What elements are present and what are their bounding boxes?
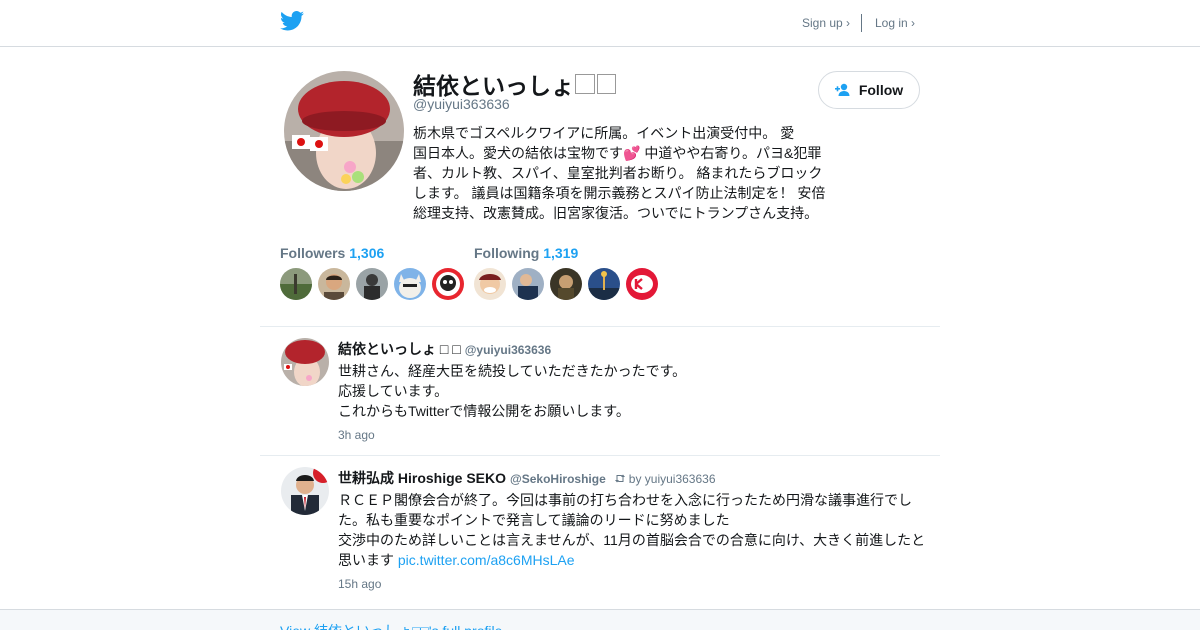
following-stat[interactable]: Following 1,319 <box>474 245 578 261</box>
login-link[interactable]: Log in › <box>875 16 915 30</box>
signup-link[interactable]: Sign up › <box>802 16 850 30</box>
tweet-avatar[interactable] <box>281 467 329 515</box>
profile-bio: 栃木県でゴスペルクワイアに所属。イベント出演受付中。 愛 国日本人。愛犬の結依は… <box>413 125 826 221</box>
footer-bar: View 結依といっしょ□□'s full profile → <box>0 609 1200 630</box>
profile-avatar[interactable] <box>284 71 404 191</box>
tweet-timestamp[interactable]: 15h ago <box>338 577 381 591</box>
twitter-bird-icon[interactable] <box>280 11 304 31</box>
follower-avatar[interactable] <box>432 268 464 300</box>
following-avatar[interactable] <box>550 268 582 300</box>
add-user-icon <box>834 83 850 96</box>
tweet-author-handle[interactable]: @SekoHiroshige <box>510 472 606 486</box>
follow-button-label: Follow <box>858 82 904 98</box>
follower-avatar[interactable] <box>356 268 388 300</box>
retweet-indicator: by yuiyui363636 <box>614 472 716 486</box>
following-avatar[interactable] <box>588 268 620 300</box>
tweet-author-name[interactable]: 世耕弘成 Hiroshige SEKO <box>338 468 506 488</box>
nav-divider <box>861 14 862 32</box>
retweeted-by[interactable]: by yuiyui363636 <box>629 472 716 486</box>
tweet-avatar[interactable] <box>281 338 329 386</box>
following-avatar[interactable] <box>512 268 544 300</box>
followers-avatars <box>280 268 464 300</box>
top-bar: Sign up › Log in › <box>0 0 1200 47</box>
followers-stat[interactable]: Followers 1,306 <box>280 245 384 261</box>
section-divider <box>260 326 940 327</box>
tweet-author-name[interactable]: 結依といっしょ □ □ <box>338 339 461 359</box>
tweet-divider <box>260 455 940 456</box>
tweet-timestamp[interactable]: 3h ago <box>338 428 375 442</box>
following-label: Following <box>474 245 540 261</box>
tweet-author-handle[interactable]: @yuiyui363636 <box>465 343 551 357</box>
following-avatar[interactable] <box>626 268 658 300</box>
followers-count: 1,306 <box>349 245 385 261</box>
retweet-icon <box>614 474 625 483</box>
tweet-header: 結依といっしょ □ □ @yuiyui363636 <box>338 339 551 359</box>
tweet-text: 世耕さん、経産大臣を続投していただきたかったです。 応援しています。 これからも… <box>338 363 687 419</box>
followers-label: Followers <box>280 245 346 261</box>
tweet-text: ＲＣＥＰ閣僚会合が終了。今回は事前の打ち合わせを入念に行ったため円滑な議事進行で… <box>338 490 932 570</box>
follower-avatar[interactable] <box>318 268 350 300</box>
following-avatar[interactable] <box>474 268 506 300</box>
following-count: 1,319 <box>543 245 579 261</box>
following-avatars <box>474 268 658 300</box>
follow-button[interactable]: Follow <box>818 71 920 109</box>
profile-handle: @yuiyui363636 <box>413 96 510 112</box>
tweet-media-link[interactable]: pic.twitter.com/a8c6MHsLAe <box>398 552 575 568</box>
view-full-profile-link[interactable]: View 結依といっしょ□□'s full profile → <box>280 621 520 630</box>
tweet-header: 世耕弘成 Hiroshige SEKO @SekoHiroshige by yu… <box>338 468 716 488</box>
follower-avatar[interactable] <box>280 268 312 300</box>
follower-avatar[interactable] <box>394 268 426 300</box>
